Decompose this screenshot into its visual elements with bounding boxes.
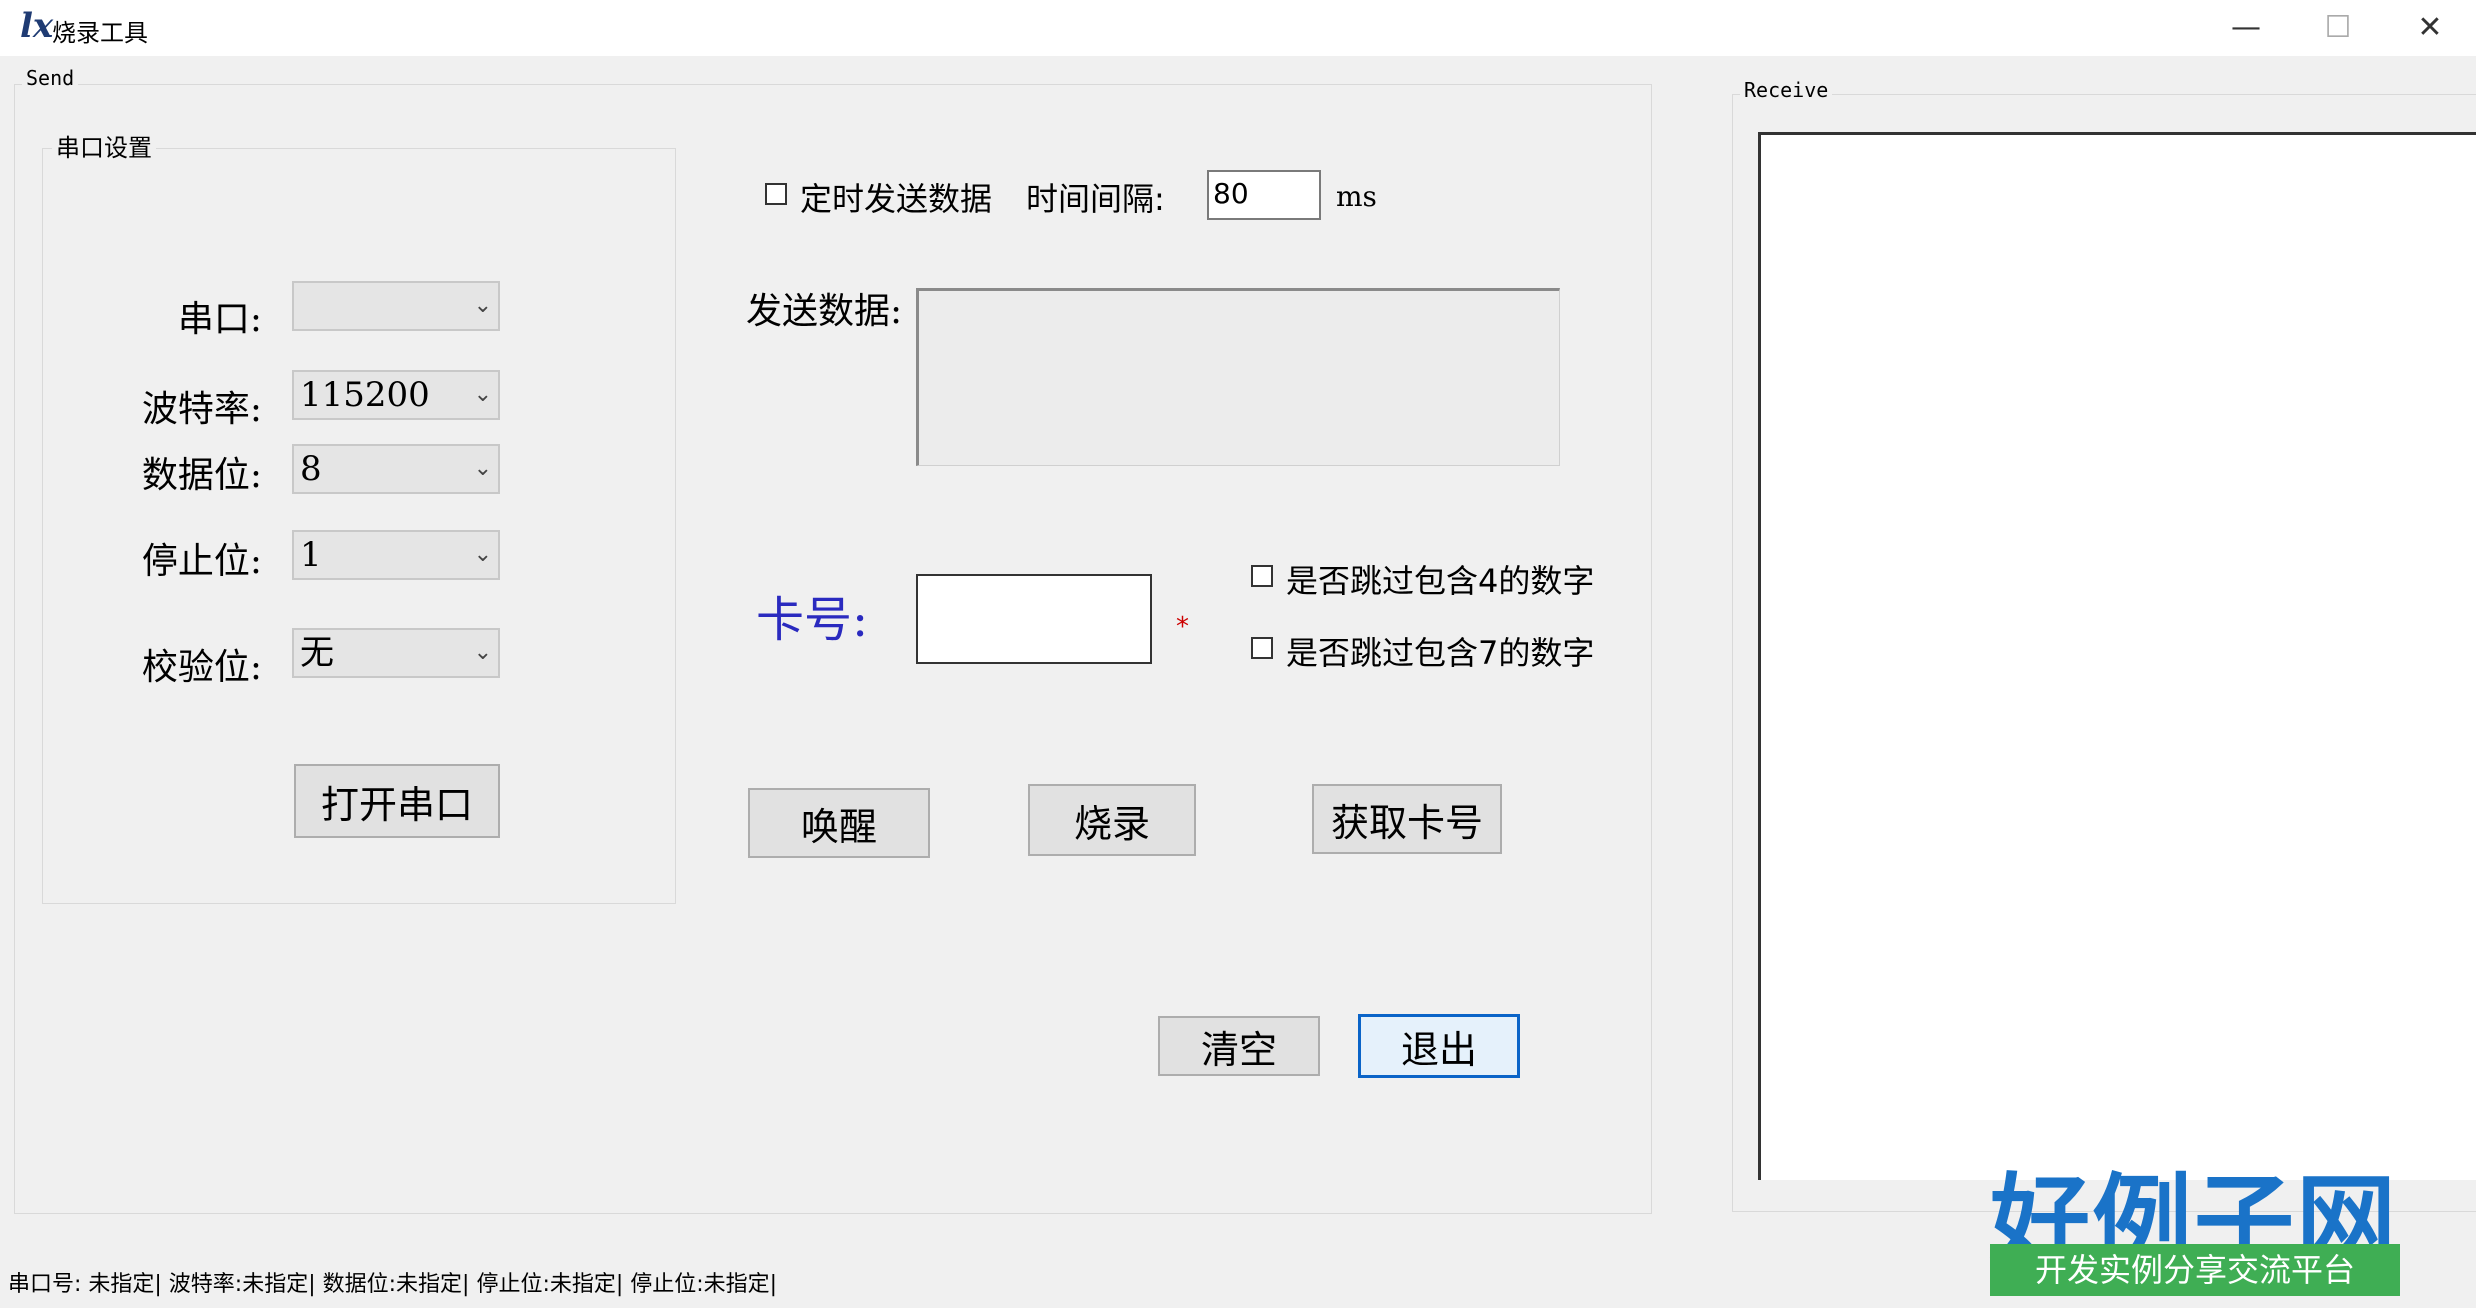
clear-button[interactable]: 清空 xyxy=(1158,1016,1320,1076)
parity-select[interactable]: 无 ⌄ xyxy=(292,628,500,678)
databits-value: 8 xyxy=(300,449,322,489)
baud-select[interactable]: 115200 ⌄ xyxy=(292,370,500,420)
interval-input[interactable]: 80 xyxy=(1207,170,1321,220)
chevron-down-icon: ⌄ xyxy=(473,640,492,665)
card-input[interactable] xyxy=(916,574,1152,664)
send-data-textarea[interactable] xyxy=(916,288,1560,466)
window-title: 烧录工具 xyxy=(52,19,148,47)
serial-settings-label: 串口设置 xyxy=(52,128,156,163)
watermark-tagline: 开发实例分享交流平台 xyxy=(1990,1244,2400,1296)
baud-label: 波特率: xyxy=(141,389,262,430)
databits-select[interactable]: 8 ⌄ xyxy=(292,444,500,494)
maximize-button[interactable]: ☐ xyxy=(2292,0,2384,54)
burn-button[interactable]: 烧录 xyxy=(1028,784,1196,856)
interval-unit: ms xyxy=(1336,180,1377,213)
open-port-button[interactable]: 打开串口 xyxy=(294,764,500,838)
stopbits-value: 1 xyxy=(300,535,322,575)
get-card-button[interactable]: 获取卡号 xyxy=(1312,784,1502,854)
skip-7-label: 是否跳过包含7的数字 xyxy=(1286,634,1595,672)
chevron-down-icon: ⌄ xyxy=(473,382,492,407)
title-bar: lx 烧录工具 — ☐ ✕ xyxy=(0,0,2476,56)
minimize-button[interactable]: — xyxy=(2200,0,2292,54)
wake-button[interactable]: 唤醒 xyxy=(748,788,930,858)
receive-group-label: Receive xyxy=(1740,78,1833,102)
stopbits-select[interactable]: 1 ⌄ xyxy=(292,530,500,580)
timed-send-checkbox[interactable] xyxy=(765,183,787,205)
skip-4-label: 是否跳过包含4的数字 xyxy=(1286,562,1595,600)
chevron-down-icon: ⌄ xyxy=(473,456,492,481)
baud-value: 115200 xyxy=(300,375,430,415)
parity-value: 无 xyxy=(300,633,334,673)
chevron-down-icon: ⌄ xyxy=(473,542,492,567)
skip-7-checkbox[interactable] xyxy=(1251,637,1273,659)
required-mark: * xyxy=(1176,612,1189,642)
interval-label: 时间间隔: xyxy=(1026,180,1165,218)
skip-4-checkbox[interactable] xyxy=(1251,565,1273,587)
databits-label: 数据位: xyxy=(141,455,262,496)
parity-label: 校验位: xyxy=(141,647,262,688)
port-label: 串口: xyxy=(177,299,262,340)
port-select[interactable]: ⌄ xyxy=(292,281,500,331)
timed-send-label: 定时发送数据 xyxy=(800,180,993,218)
send-data-label: 发送数据: xyxy=(746,291,903,332)
send-group-label: Send xyxy=(22,66,79,90)
stopbits-label: 停止位: xyxy=(141,541,262,582)
app-logo-icon: lx xyxy=(20,6,54,46)
exit-button[interactable]: 退出 xyxy=(1358,1014,1520,1078)
card-label: 卡号: xyxy=(756,592,869,648)
chevron-down-icon: ⌄ xyxy=(473,293,492,318)
receive-textarea[interactable] xyxy=(1758,132,2476,1180)
close-button[interactable]: ✕ xyxy=(2384,0,2476,54)
